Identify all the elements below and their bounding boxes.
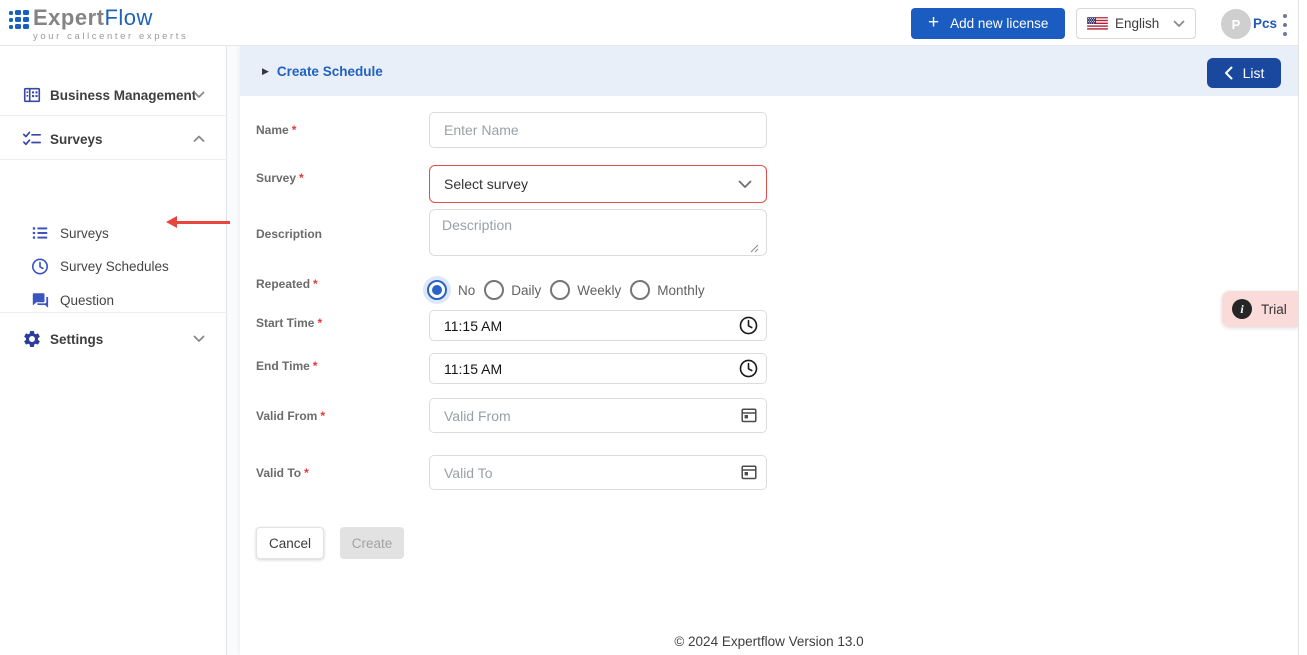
chat-icon [31, 291, 49, 309]
content-card [240, 46, 1298, 655]
sidebar-item-label: Business Management [50, 87, 197, 103]
page-title: Create Schedule [276, 63, 383, 79]
add-new-license-button[interactable]: + Add new license [911, 8, 1066, 39]
cancel-button[interactable]: Cancel [256, 527, 324, 559]
required-asterisk: * [291, 123, 297, 137]
end-time-field-label: End Time * [256, 359, 318, 373]
logo-wordmark: ExpertFlow [33, 5, 153, 30]
chevron-up-icon [193, 135, 205, 143]
checklist-icon [22, 129, 42, 149]
radio-daily-label[interactable]: Daily [511, 283, 541, 298]
list-button[interactable]: List [1207, 58, 1281, 88]
repeated-field-label: Repeated * [256, 277, 318, 291]
chevron-down-icon [193, 91, 205, 99]
language-selected-label: English [1115, 16, 1160, 31]
create-button[interactable]: Create [340, 527, 404, 559]
sidebar-item-business-management[interactable]: Business Management [0, 78, 227, 112]
sidebar-item-survey-schedules[interactable]: Survey Schedules [0, 250, 227, 282]
survey-select[interactable]: Select survey [429, 165, 767, 203]
radio-weekly[interactable] [550, 280, 571, 300]
trial-badge[interactable]: i Trial [1222, 291, 1298, 327]
required-asterisk: * [313, 277, 318, 291]
radio-no-label[interactable]: No [458, 283, 475, 298]
avatar-initial: P [1231, 16, 1241, 32]
sidebar-item-label: Survey Schedules [60, 258, 169, 274]
sidebar-item-label: Question [60, 292, 115, 308]
add-new-license-label: Add new license [950, 16, 1049, 31]
building-icon [22, 85, 42, 105]
logo-dots-icon [9, 10, 29, 29]
sidebar-divider [0, 159, 227, 160]
radio-daily[interactable] [484, 280, 505, 300]
radio-monthly-label[interactable]: Monthly [657, 283, 704, 298]
scrollbar-track[interactable] [1298, 0, 1307, 655]
survey-field-label: Survey * [256, 171, 304, 185]
us-flag-icon [1087, 17, 1108, 30]
calendar-icon[interactable] [740, 463, 758, 481]
app-root: ExpertFlow your callcenter experts + Add… [0, 0, 1307, 655]
clock-icon[interactable] [738, 315, 759, 336]
sidebar-nav: Business Management Surveys Surveys Surv… [0, 46, 227, 655]
chevron-down-icon [193, 335, 205, 343]
radio-monthly[interactable] [630, 280, 651, 300]
page-header-band: ▶ Create Schedule List [240, 46, 1298, 96]
start-time-field-label: Start Time * [256, 316, 323, 330]
description-field-label: Description [256, 227, 323, 241]
sidebar-divider [0, 115, 227, 116]
chevron-down-icon [738, 180, 752, 188]
sidebar-item-surveys[interactable]: Surveys [0, 122, 227, 156]
end-time-input[interactable] [429, 353, 767, 384]
clock-icon [31, 257, 49, 275]
valid-to-field-label: Valid To * [256, 466, 309, 480]
app-header: ExpertFlow your callcenter experts + Add… [0, 0, 1307, 46]
calendar-icon[interactable] [740, 406, 758, 424]
chevron-down-icon [1173, 20, 1185, 27]
start-time-input[interactable] [429, 310, 767, 341]
valid-from-field-label: Valid From * [256, 409, 326, 423]
user-display-name[interactable]: Pcs [1253, 16, 1277, 31]
valid-to-input[interactable] [429, 455, 767, 490]
logo-tagline: your callcenter experts [33, 31, 189, 42]
radio-no[interactable] [427, 280, 447, 300]
name-field-label: Name * [256, 123, 297, 137]
required-asterisk: * [320, 409, 326, 423]
sidebar-item-label: Settings [50, 331, 104, 347]
sidebar-divider [0, 312, 227, 313]
breadcrumb: ▶ Create Schedule [262, 46, 383, 96]
trial-badge-label: Trial [1261, 301, 1287, 317]
repeated-radio-group: No Daily Weekly Monthly [423, 276, 714, 304]
sidebar-item-settings[interactable]: Settings [0, 322, 227, 356]
footer-copyright: © 2024 Expertflow Version 13.0 [674, 634, 864, 649]
user-avatar[interactable]: P [1221, 9, 1251, 39]
clock-icon[interactable] [738, 358, 759, 379]
survey-select-value: Select survey [444, 176, 529, 192]
name-input[interactable] [429, 112, 767, 148]
plus-icon: + [928, 12, 940, 33]
required-asterisk: * [317, 316, 323, 330]
info-icon: i [1232, 299, 1252, 319]
required-asterisk: * [312, 359, 318, 373]
breadcrumb-arrow-icon: ▶ [262, 65, 269, 76]
annotation-arrow-icon [166, 216, 230, 228]
list-button-label: List [1242, 65, 1265, 81]
list-icon [31, 224, 49, 242]
chevron-left-icon [1224, 66, 1233, 80]
kebab-menu-icon[interactable] [1280, 13, 1290, 37]
required-asterisk: * [304, 466, 309, 480]
radio-weekly-label[interactable]: Weekly [577, 283, 621, 298]
expertflow-logo: ExpertFlow your callcenter experts [9, 7, 188, 42]
sidebar-item-label: Surveys [60, 225, 109, 241]
description-textarea[interactable] [429, 209, 767, 256]
required-asterisk: * [299, 171, 304, 185]
valid-from-input[interactable] [429, 398, 767, 433]
sidebar-item-label: Surveys [50, 131, 103, 147]
gear-icon [22, 329, 42, 349]
language-selector[interactable]: English [1076, 8, 1196, 39]
